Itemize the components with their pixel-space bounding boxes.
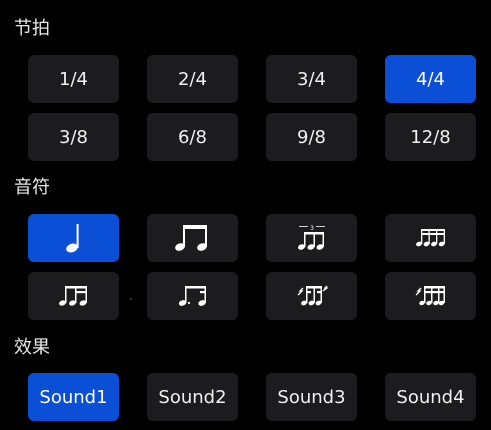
meter-button-9-8[interactable]: 9/8 bbox=[266, 113, 357, 161]
note-button-triplet[interactable]: 3 bbox=[266, 214, 357, 262]
two-sixteenths-eighth-icon bbox=[415, 286, 445, 306]
eighth-two-sixteenths-icon bbox=[58, 286, 87, 306]
effect-grid: Sound1 Sound2 Sound3 Sound4 bbox=[28, 373, 477, 421]
triplet-notes-icon: 3 bbox=[297, 225, 325, 250]
note-button-eighth-two-sixteenths[interactable] bbox=[28, 272, 119, 320]
note-button-quarter[interactable] bbox=[28, 214, 119, 262]
sound-button-2[interactable]: Sound2 bbox=[147, 373, 238, 421]
sixteenth-eighth-sixteenth-icon bbox=[297, 285, 328, 306]
meter-button-3-4[interactable]: 3/4 bbox=[266, 55, 357, 103]
meter-grid: 1/4 2/4 3/4 4/4 3/8 6/8 9/8 12/8 bbox=[28, 55, 477, 161]
sixteenth-notes-icon bbox=[415, 229, 445, 247]
note-button-two-sixteenths-eighth[interactable] bbox=[385, 272, 476, 320]
svg-text:3: 3 bbox=[310, 225, 314, 232]
meter-button-3-8[interactable]: 3/8 bbox=[28, 113, 119, 161]
meter-button-12-8[interactable]: 12/8 bbox=[385, 113, 476, 161]
sound-button-1[interactable]: Sound1 bbox=[28, 373, 119, 421]
sound-button-3[interactable]: Sound3 bbox=[266, 373, 357, 421]
meter-section-title: 节拍 bbox=[14, 18, 50, 39]
sound-button-4[interactable]: Sound4 bbox=[385, 373, 476, 421]
separator-dot bbox=[130, 298, 132, 300]
note-button-sixteenth-eighth-sixteenth[interactable] bbox=[266, 272, 357, 320]
meter-button-4-4[interactable]: 4/4 bbox=[385, 55, 476, 103]
note-button-eighths[interactable] bbox=[147, 214, 238, 262]
note-button-dotted-eighth-sixteenth[interactable] bbox=[147, 272, 238, 320]
quarter-note-icon bbox=[65, 224, 79, 253]
note-grid: 3 bbox=[28, 214, 477, 320]
effect-section-title: 效果 bbox=[14, 337, 50, 358]
dotted-eighth-sixteenth-icon bbox=[178, 286, 206, 306]
eighth-notes-icon bbox=[174, 225, 207, 251]
note-button-sixteenths[interactable] bbox=[385, 214, 476, 262]
meter-button-2-4[interactable]: 2/4 bbox=[147, 55, 238, 103]
meter-button-6-8[interactable]: 6/8 bbox=[147, 113, 238, 161]
meter-button-1-4[interactable]: 1/4 bbox=[28, 55, 119, 103]
note-section-title: 音符 bbox=[14, 177, 50, 198]
